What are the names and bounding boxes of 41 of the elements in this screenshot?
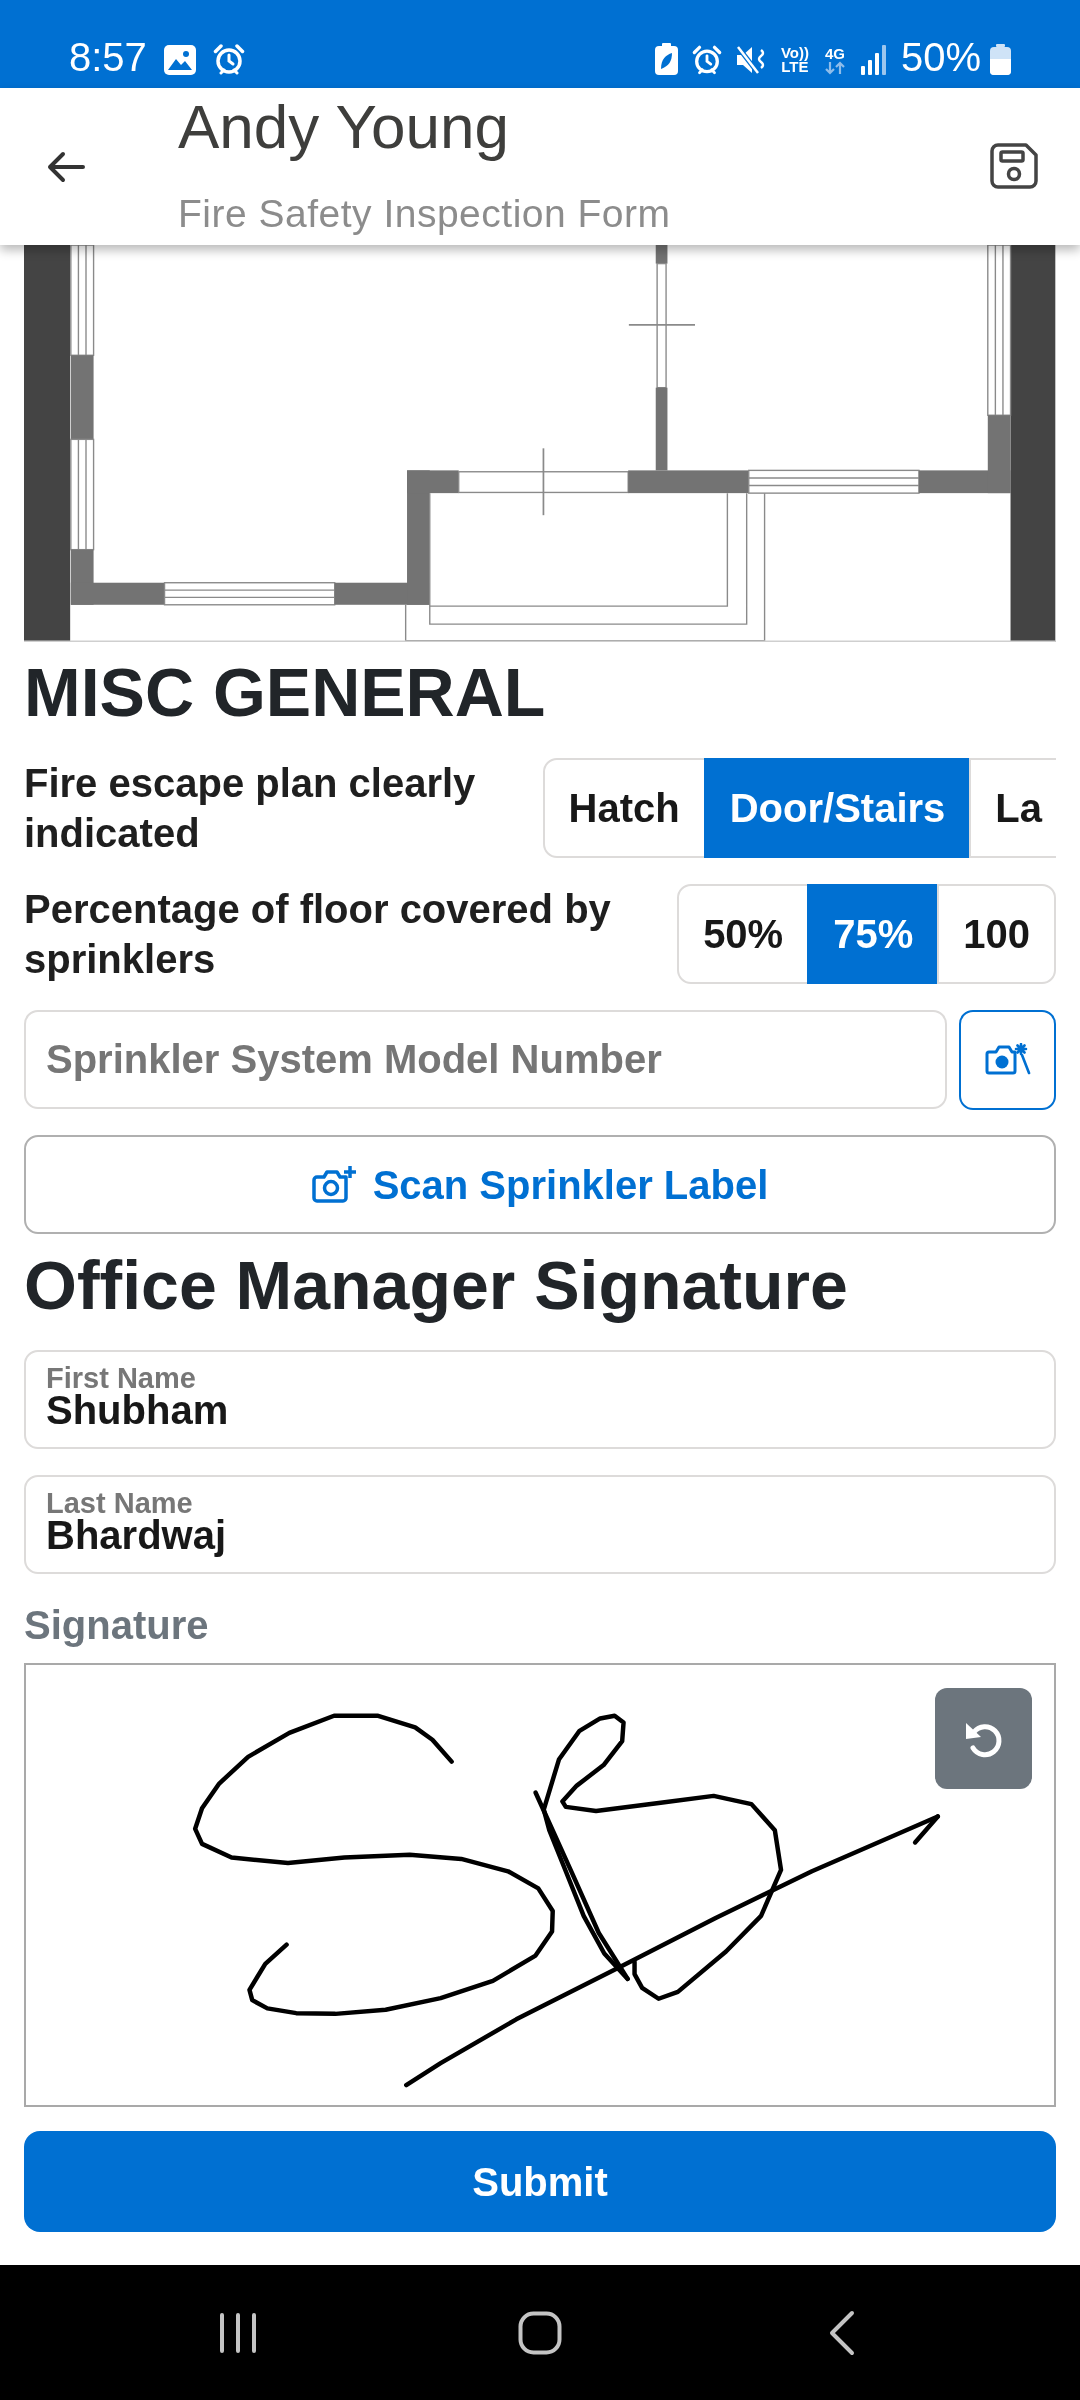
option-button[interactable]: Door/Stairs [703, 758, 972, 858]
camera-sparkle-icon [984, 1043, 1031, 1077]
reset-button[interactable] [935, 1688, 1032, 1789]
data-arrows-icon [822, 61, 847, 75]
recent-apps-icon[interactable] [218, 2311, 258, 2354]
option-button[interactable]: 50% [677, 884, 810, 984]
alarm-clock-icon [691, 45, 722, 75]
page-title: Andy Young [178, 93, 510, 161]
status-time: 8:57 [69, 39, 147, 75]
signal-icon [860, 45, 887, 75]
network-label: Vo)) [780, 46, 809, 60]
option-button[interactable]: La [969, 758, 1056, 858]
page-subtitle: Fire Safety Inspection Form [178, 191, 671, 237]
save-icon[interactable] [990, 142, 1038, 189]
option-button[interactable]: 75% [807, 884, 940, 984]
section-heading: MISC GENERAL [24, 655, 547, 730]
muted-speaker-icon [735, 45, 767, 75]
field-label: First Name [46, 1361, 196, 1394]
section-heading: Office Manager Signature [24, 1248, 849, 1323]
option-button[interactable]: 100 [937, 884, 1056, 984]
option-button[interactable]: Hatch [542, 758, 706, 858]
model-number-field[interactable]: Sprinkler System Model Number [24, 1010, 947, 1109]
back-icon[interactable] [829, 2309, 855, 2356]
field-label: Signature [24, 1602, 210, 1649]
home-icon[interactable] [518, 2310, 562, 2355]
alarm-clock-icon [212, 44, 245, 75]
battery-leaf-icon [654, 43, 678, 75]
question-label: Fire escape plan clearly indicated [24, 760, 477, 857]
network-label: LTE [780, 60, 809, 74]
camera-plus-icon [311, 1164, 356, 1205]
camera-button[interactable] [959, 1010, 1056, 1110]
signature-pad[interactable] [24, 1663, 1056, 2107]
image-icon [163, 45, 196, 75]
question-label: Percentage of floor covered by sprinklers [24, 886, 612, 983]
submit-button[interactable]: Submit [24, 2131, 1056, 2232]
field-label: Last Name [46, 1486, 193, 1519]
back-arrow-icon[interactable] [47, 150, 85, 183]
network-label: 4G [824, 47, 845, 61]
scan-button[interactable]: Scan Sprinkler Label [24, 1135, 1056, 1234]
battery-icon [990, 44, 1011, 75]
battery-percent: 50% [900, 39, 981, 75]
